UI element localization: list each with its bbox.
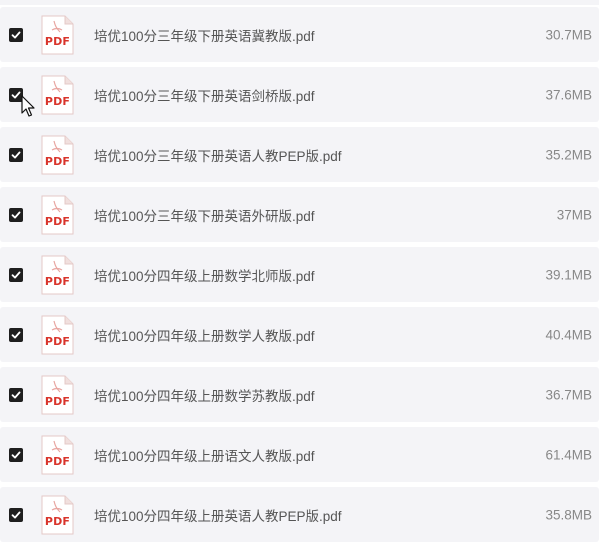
- file-checkbox[interactable]: [9, 387, 23, 402]
- pdf-file-icon: PDF: [41, 435, 74, 475]
- file-row[interactable]: PDF 培优100分四年级上册数学人教版.pdf 40.4MB: [0, 307, 599, 362]
- file-checkbox[interactable]: [9, 267, 23, 282]
- file-row[interactable]: PDF 培优100分三年级下册英语冀教版.pdf 30.7MB: [0, 7, 599, 62]
- file-size: 35.2MB: [545, 147, 592, 162]
- file-name: 培优100分三年级下册英语外研版.pdf: [94, 208, 315, 224]
- file-size: 36.7MB: [545, 387, 592, 402]
- file-name: 培优100分四年级上册数学苏教版.pdf: [94, 388, 315, 404]
- checkmark-icon: [11, 451, 21, 458]
- file-size: 61.4MB: [545, 447, 592, 462]
- file-row[interactable]: PDF 培优100分四年级上册语文人教版.pdf 61.4MB: [0, 427, 599, 482]
- pdf-icon-label: PDF: [44, 394, 71, 408]
- pdf-icon-label: PDF: [44, 214, 71, 228]
- file-name: 培优100分三年级下册英语冀教版.pdf: [94, 28, 315, 44]
- pdf-file-icon: PDF: [41, 75, 74, 115]
- file-name: 培优100分四年级上册语文人教版.pdf: [94, 448, 315, 464]
- file-checkbox[interactable]: [9, 447, 23, 462]
- pdf-icon-label: PDF: [44, 514, 71, 528]
- file-size: 39.1MB: [545, 267, 592, 282]
- pdf-icon-label: PDF: [44, 274, 71, 288]
- file-size: 30.7MB: [545, 27, 592, 42]
- pdf-file-icon: PDF: [41, 15, 74, 55]
- pdf-icon-label: PDF: [44, 454, 71, 468]
- checkmark-icon: [11, 31, 21, 38]
- checkmark-icon: [11, 211, 21, 218]
- checkmark-icon: [11, 91, 21, 98]
- file-checkbox[interactable]: [9, 147, 23, 162]
- file-size: 37MB: [556, 207, 592, 222]
- pdf-file-icon: PDF: [41, 315, 74, 355]
- pdf-icon-label: PDF: [44, 154, 71, 168]
- file-row[interactable]: PDF 培优100分四年级上册数学北师版.pdf 39.1MB: [0, 247, 599, 302]
- file-list: PDF 培优100分三年级下册英语冀教版.pdf 30.7MB PDF 培优100分三年…: [0, 7, 599, 547]
- pdf-icon-label: PDF: [44, 34, 71, 48]
- previous-row-edge: [0, 0, 599, 5]
- checkmark-icon: [11, 391, 21, 398]
- file-row[interactable]: PDF 培优100分三年级下册英语外研版.pdf 37MB: [0, 187, 599, 242]
- pdf-file-icon: PDF: [41, 135, 74, 175]
- checkmark-icon: [11, 331, 21, 338]
- file-checkbox[interactable]: [9, 507, 23, 522]
- checkmark-icon: [11, 511, 21, 518]
- checkmark-icon: [11, 151, 21, 158]
- file-name: 培优100分三年级下册英语人教PEP版.pdf: [94, 148, 342, 164]
- pdf-icon-label: PDF: [44, 94, 71, 108]
- file-checkbox[interactable]: [9, 327, 23, 342]
- checkmark-icon: [11, 271, 21, 278]
- file-row[interactable]: PDF 培优100分四年级上册数学苏教版.pdf 36.7MB: [0, 367, 599, 422]
- file-row[interactable]: PDF 培优100分三年级下册英语人教PEP版.pdf 35.2MB: [0, 127, 599, 182]
- file-size: 35.8MB: [545, 507, 592, 522]
- file-row[interactable]: PDF 培优100分三年级下册英语剑桥版.pdf 37.6MB: [0, 67, 599, 122]
- file-size: 40.4MB: [545, 327, 592, 342]
- pdf-file-icon: PDF: [41, 255, 74, 295]
- file-size: 37.6MB: [545, 87, 592, 102]
- file-name: 培优100分三年级下册英语剑桥版.pdf: [94, 88, 315, 104]
- pdf-icon-label: PDF: [44, 334, 71, 348]
- file-name: 培优100分四年级上册数学北师版.pdf: [94, 268, 315, 284]
- file-checkbox[interactable]: [9, 207, 23, 222]
- pdf-file-icon: PDF: [41, 495, 74, 535]
- file-name: 培优100分四年级上册英语人教PEP版.pdf: [94, 508, 342, 524]
- file-checkbox[interactable]: [9, 87, 23, 102]
- file-checkbox[interactable]: [9, 27, 23, 42]
- pdf-file-icon: PDF: [41, 195, 74, 235]
- file-name: 培优100分四年级上册数学人教版.pdf: [94, 328, 315, 344]
- file-row[interactable]: PDF 培优100分四年级上册英语人教PEP版.pdf 35.8MB: [0, 487, 599, 542]
- pdf-file-icon: PDF: [41, 375, 74, 415]
